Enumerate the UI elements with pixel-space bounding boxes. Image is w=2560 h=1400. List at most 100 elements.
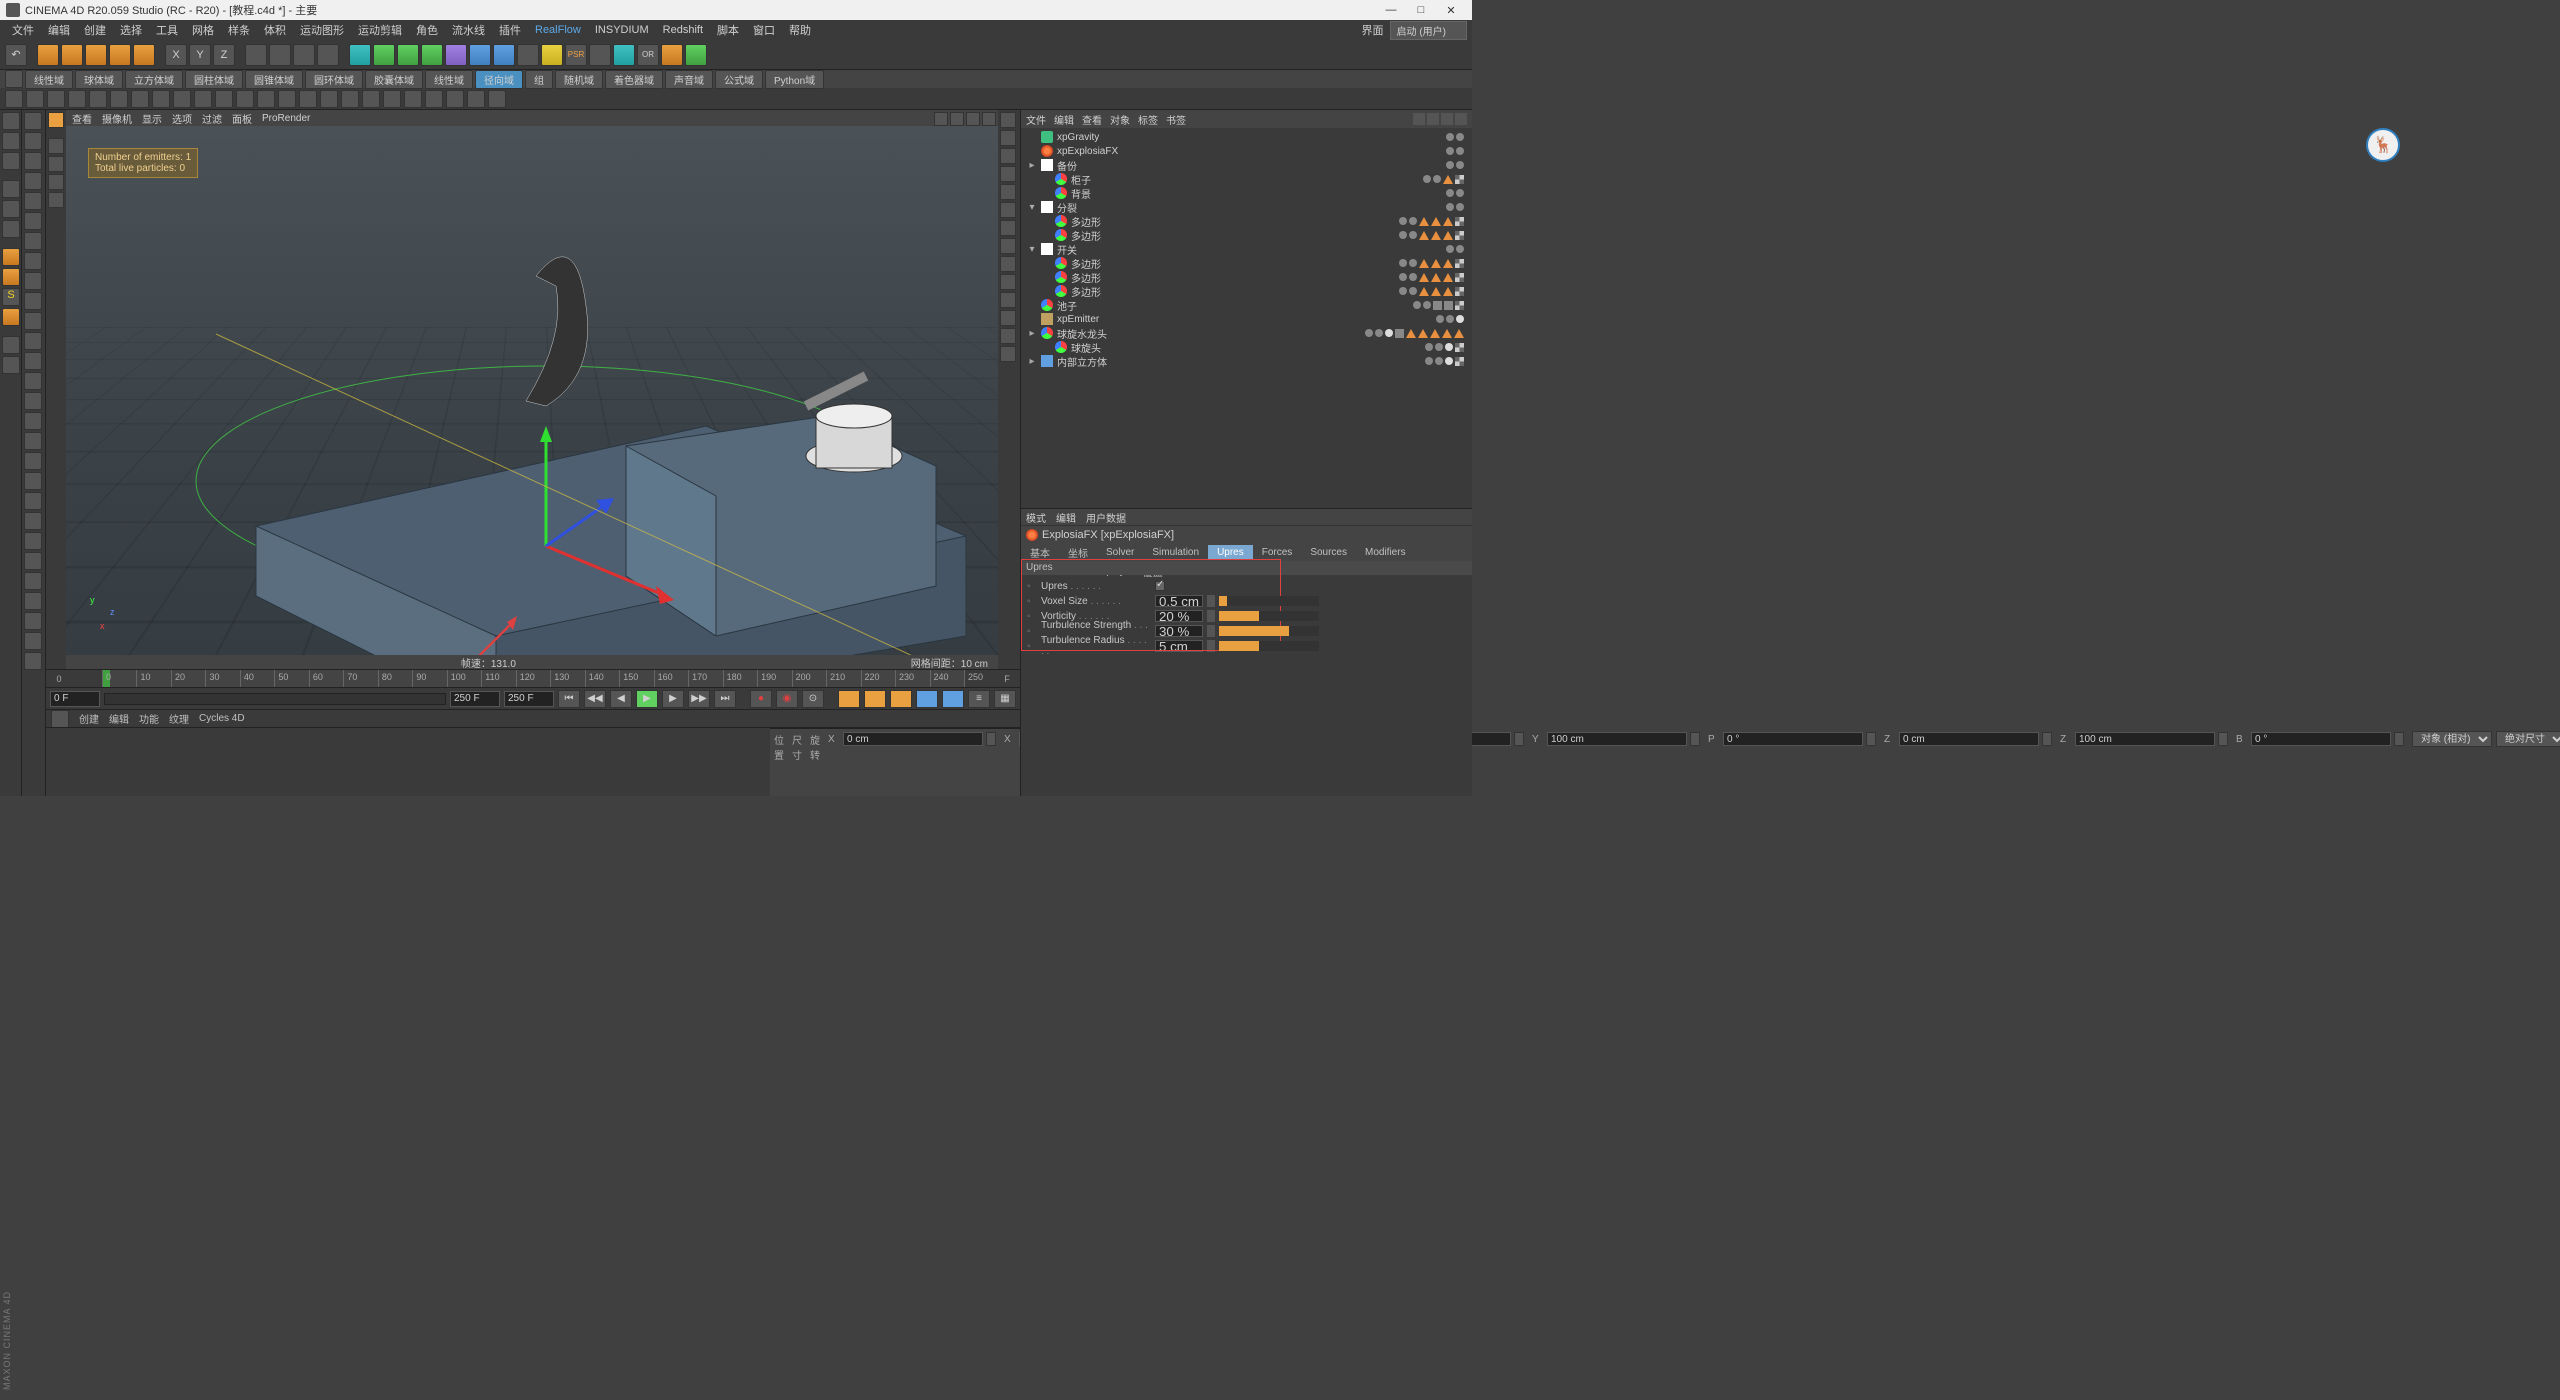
- menu-realflow[interactable]: RealFlow: [528, 24, 588, 36]
- vp-right-tool-11[interactable]: [1000, 310, 1016, 326]
- vp-right-tool-12[interactable]: [1000, 328, 1016, 344]
- menu-文件[interactable]: 文件: [5, 22, 41, 38]
- mini-tool-17[interactable]: [362, 90, 380, 108]
- close-button[interactable]: ✕: [1436, 4, 1466, 17]
- tree-item-16[interactable]: ▸内部立方体: [1023, 354, 1470, 368]
- mini-tool-23[interactable]: [488, 90, 506, 108]
- attr-tab-坐标[interactable]: 坐标: [1059, 543, 1097, 562]
- prop-1-slider[interactable]: [1219, 596, 1319, 606]
- vp-right-tool-4[interactable]: [1000, 184, 1016, 200]
- mini-tool-12[interactable]: [257, 90, 275, 108]
- attr-menu-模式[interactable]: 模式: [1026, 510, 1046, 525]
- viewport-solo-button[interactable]: [2, 336, 20, 354]
- vp-menu-摄像机[interactable]: 摄像机: [102, 111, 132, 126]
- playback-opts2-button[interactable]: ▦: [994, 690, 1016, 708]
- z-axis-button[interactable]: Z: [213, 44, 235, 66]
- snap-tool-4[interactable]: [24, 192, 42, 210]
- vp-select-button[interactable]: [48, 156, 64, 172]
- viewport-3d[interactable]: Number of emitters: 1 Total live particl…: [66, 126, 998, 655]
- snap-tool-24[interactable]: [24, 592, 42, 610]
- texture-mode-button[interactable]: [2, 132, 20, 150]
- size-Z-input[interactable]: [2075, 732, 2215, 746]
- add-deformer-button[interactable]: [445, 44, 467, 66]
- vp-right-tool-9[interactable]: [1000, 274, 1016, 290]
- snap-tool-19[interactable]: [24, 492, 42, 510]
- vp-nav-button[interactable]: [48, 112, 64, 128]
- menu-insydium[interactable]: INSYDIUM: [588, 24, 656, 36]
- snap-tool-0[interactable]: [24, 112, 42, 130]
- attr-tab-upres[interactable]: Upres: [1208, 545, 1253, 560]
- field-tab-14[interactable]: Python域: [765, 70, 824, 89]
- menu-工具[interactable]: 工具: [149, 22, 185, 38]
- snap-tool-13[interactable]: [24, 372, 42, 390]
- rot-P-input[interactable]: [1723, 732, 1863, 746]
- mini-tool-14[interactable]: [299, 90, 317, 108]
- render-settings-button[interactable]: [317, 44, 339, 66]
- snap-tool-9[interactable]: [24, 292, 42, 310]
- mini-tool-6[interactable]: [131, 90, 149, 108]
- polygon-mode-button[interactable]: [2, 220, 20, 238]
- attr-tab-基本[interactable]: 基本: [1021, 543, 1059, 562]
- field-tab-9[interactable]: 组: [525, 70, 553, 89]
- vp-cursor-button[interactable]: [48, 138, 64, 154]
- workplane-mode-button[interactable]: [2, 152, 20, 170]
- material-opts-icon[interactable]: [51, 710, 69, 728]
- obj-menu-标签[interactable]: 标签: [1138, 112, 1158, 127]
- mini-tool-13[interactable]: [278, 90, 296, 108]
- tree-item-12[interactable]: 池子: [1023, 298, 1470, 312]
- enable-snap-button[interactable]: [2, 268, 20, 286]
- mini-tool-10[interactable]: [215, 90, 233, 108]
- render-region-button[interactable]: [293, 44, 315, 66]
- menu-样条[interactable]: 样条: [221, 22, 257, 38]
- undo-button[interactable]: ↶: [5, 44, 27, 66]
- menu-选择[interactable]: 选择: [113, 22, 149, 38]
- attr-tab-forces[interactable]: Forces: [1253, 545, 1302, 560]
- obj-menu-查看[interactable]: 查看: [1082, 112, 1102, 127]
- add-light-button[interactable]: [517, 44, 539, 66]
- field-tab-2[interactable]: 立方体域: [125, 70, 183, 89]
- snap-tool-12[interactable]: [24, 352, 42, 370]
- keysel-button[interactable]: ⊙: [802, 690, 824, 708]
- vp-rotate-button[interactable]: [48, 192, 64, 208]
- mini-tool-21[interactable]: [446, 90, 464, 108]
- snap-tool-15[interactable]: [24, 412, 42, 430]
- record-button[interactable]: ●: [750, 690, 772, 708]
- snap-tool-1[interactable]: [24, 132, 42, 150]
- key-pla-button[interactable]: [942, 690, 964, 708]
- key-rot-button[interactable]: [890, 690, 912, 708]
- snap-tool-5[interactable]: [24, 212, 42, 230]
- snap-tool-23[interactable]: [24, 572, 42, 590]
- y-axis-button[interactable]: Y: [189, 44, 211, 66]
- field-tab-12[interactable]: 声音域: [665, 70, 713, 89]
- attr-tab-modifiers[interactable]: Modifiers: [1356, 545, 1415, 560]
- add-generator2-button[interactable]: [421, 44, 443, 66]
- psr-button[interactable]: PSR: [565, 44, 587, 66]
- attr-tab-simulation[interactable]: Simulation: [1143, 545, 1208, 560]
- scale-button[interactable]: [85, 44, 107, 66]
- recent-tool-button[interactable]: [133, 44, 155, 66]
- bottom-tab-编辑[interactable]: 编辑: [109, 711, 129, 726]
- mini-tool-16[interactable]: [341, 90, 359, 108]
- snap-tool-11[interactable]: [24, 332, 42, 350]
- menu-窗口[interactable]: 窗口: [746, 22, 782, 38]
- snap-tool-25[interactable]: [24, 612, 42, 630]
- field-tab-5[interactable]: 圆环体域: [305, 70, 363, 89]
- menu-帮助[interactable]: 帮助: [782, 22, 818, 38]
- field-tab-13[interactable]: 公式域: [715, 70, 763, 89]
- current-frame-input[interactable]: [50, 691, 100, 707]
- obj-menu-编辑[interactable]: 编辑: [1054, 112, 1074, 127]
- attr-menu-用户数据[interactable]: 用户数据: [1086, 510, 1126, 525]
- snap-tool-8[interactable]: [24, 272, 42, 290]
- field-tab-10[interactable]: 随机域: [555, 70, 603, 89]
- bottom-tab-功能[interactable]: 功能: [139, 711, 159, 726]
- tool-e-button[interactable]: [2, 308, 20, 326]
- step-fwd-button[interactable]: ▶▶: [688, 690, 710, 708]
- tree-item-11[interactable]: 多边形: [1023, 284, 1470, 298]
- bottom-tab-创建[interactable]: 创建: [79, 711, 99, 726]
- prop-4-input[interactable]: [1155, 640, 1203, 652]
- rot-B-input[interactable]: [2251, 732, 2391, 746]
- size-mode-dropdown[interactable]: 绝对尺寸: [2496, 731, 2560, 747]
- field-icon[interactable]: [5, 70, 23, 88]
- prop-0-checkbox[interactable]: [1155, 581, 1165, 591]
- tree-item-6[interactable]: 多边形: [1023, 214, 1470, 228]
